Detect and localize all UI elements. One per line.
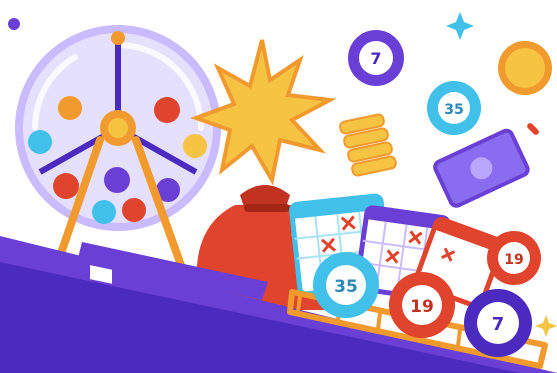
gold-coin <box>498 41 552 95</box>
lottery-ball-7-top: 7 <box>348 30 404 86</box>
lottery-ball-35-top: 35 <box>427 81 481 135</box>
wheel-ball <box>92 200 116 224</box>
wheel-ball <box>53 173 79 199</box>
banknote <box>433 128 530 208</box>
wheel-ball <box>154 97 180 123</box>
sparkle-star-icon <box>446 12 474 40</box>
wheel-ball <box>58 96 82 120</box>
sparkle-star-small-icon <box>535 315 557 337</box>
wheel-ball <box>122 198 146 222</box>
svg-text:7: 7 <box>492 314 505 335</box>
svg-text:35: 35 <box>334 277 358 297</box>
svg-text:7: 7 <box>370 49 381 68</box>
wheel-ball <box>104 167 130 193</box>
lottery-ball-7-bottom: 7 <box>464 289 532 357</box>
wheel-ball <box>28 130 52 154</box>
svg-text:19: 19 <box>410 297 434 317</box>
confetti-icon <box>527 123 539 135</box>
svg-text:35: 35 <box>444 102 463 118</box>
lottery-ball-19-bottom: 19 <box>389 272 455 338</box>
lottery-illustration: 7 35 19 35 19 7 <box>0 12 557 373</box>
wheel-ball <box>183 134 207 158</box>
svg-text:19: 19 <box>504 252 523 268</box>
coin-stack <box>339 113 397 177</box>
sparkle-dot-icon <box>8 18 20 30</box>
lottery-ball-19-right: 19 <box>487 231 541 285</box>
lottery-wheel <box>15 25 221 272</box>
lottery-ball-35-bottom: 35 <box>313 252 379 318</box>
